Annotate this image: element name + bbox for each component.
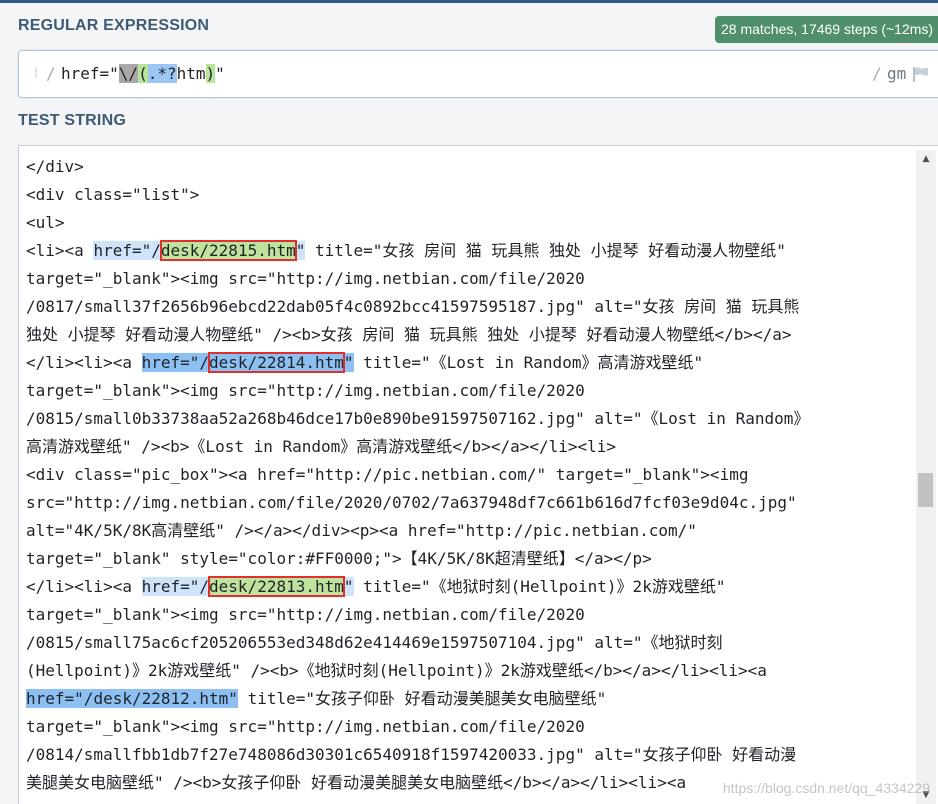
text-segment: src="http://img.netbian.com/file/2020/07…: [26, 493, 797, 512]
regex-lazy-any: .*?: [147, 64, 177, 83]
text-segment: title="女孩 房间 猫 玩具熊 独处 小提琴 好看动漫人物壁纸": [305, 241, 786, 260]
test-string-editor[interactable]: </div> <div class="list"> <ul> <li><a href=…: [18, 145, 938, 804]
regex-group-open: (: [138, 64, 148, 83]
match-highlight: href="/: [141, 577, 210, 596]
test-line: <li><a href="/desk/22815.htm" title="女孩 …: [26, 237, 916, 265]
match-group-highlight: desk/22814.htm: [208, 352, 345, 373]
match-highlight: ": [343, 353, 354, 372]
test-string-lines: </div> <div class="list"> <ul> <li><a href=…: [26, 153, 916, 797]
match-info-badge: 28 matches, 17469 steps (~12ms): [715, 16, 938, 43]
regex-group-close: ): [205, 64, 216, 83]
text-segment: title="《Lost in Random》高清游戏壁纸": [353, 353, 704, 372]
test-line: /0817/small37f2656b96ebcd22dab05f4c0892b…: [26, 293, 916, 321]
text-segment: (Hellpoint)》2k游戏壁纸" /><b>《地狱时刻(Hellpoint…: [26, 661, 767, 680]
match-highlight: href="/: [93, 241, 161, 260]
regex-prefix: href=": [61, 64, 119, 83]
text-segment: 独处 小提琴 好看动漫人物壁纸" /><b>女孩 房间 猫 玩具熊 独处 小提琴…: [26, 325, 792, 344]
regex-escaped-slash: \/: [118, 64, 139, 83]
text-segment: target="_blank"><img src="http://img.net…: [26, 605, 585, 624]
test-line: target="_blank" style="color:#FF0000;">【…: [26, 545, 916, 573]
test-line: target="_blank"><img src="http://img.net…: [26, 713, 916, 741]
text-segment: <div class="pic_box"><a href="http://pic…: [26, 465, 749, 484]
text-segment: </li><li><a: [26, 353, 142, 372]
regex-section-title: REGULAR EXPRESSION: [18, 17, 210, 34]
test-line: 独处 小提琴 好看动漫人物壁纸" /><b>女孩 房间 猫 玩具熊 独处 小提琴…: [26, 321, 916, 349]
regex-suffix: ": [215, 64, 225, 83]
match-group-highlight: desk/22812.htm: [93, 689, 229, 708]
text-segment: 高清游戏壁纸" /><b>《Lost in Random》高清游戏壁纸</b><…: [26, 437, 617, 456]
match-highlight: href="/: [141, 353, 210, 372]
test-line: /0815/small75ac6cf205206553ed348d62e4144…: [26, 629, 916, 657]
text-segment: target="_blank"><img src="http://img.net…: [26, 381, 585, 400]
text-segment: title="女孩子仰卧 好看动漫美腿美女电脑壁纸": [237, 689, 607, 708]
test-line: </li><li><a href="/desk/22814.htm" title…: [26, 349, 916, 377]
test-line: <div class="pic_box"><a href="http://pic…: [26, 461, 916, 489]
text-segment: /0815/small0b33738aa52a268b46dce17b0e890…: [26, 409, 810, 428]
text-segment: /0814/smallfbb1db7f27e748086d30301c65409…: [26, 745, 797, 764]
text-segment: /0817/small37f2656b96ebcd22dab05f4c0892b…: [26, 297, 800, 316]
test-scrollbar[interactable]: ▲ ▼: [916, 150, 936, 804]
text-segment: </div>: [26, 157, 84, 176]
regex-pattern[interactable]: href="\/(.*?htm)": [61, 63, 225, 85]
text-segment: target="_blank"><img src="http://img.net…: [26, 269, 585, 288]
regex-delimiter-open: /: [46, 64, 56, 83]
text-segment: <ul>: [26, 213, 65, 232]
test-line: /0815/small0b33738aa52a268b46dce17b0e890…: [26, 405, 916, 433]
text-segment: 美腿美女电脑壁纸" /><b>女孩子仰卧 好看动漫美腿美女电脑壁纸</b></a…: [26, 773, 687, 792]
text-segment: <div class="list">: [26, 185, 200, 204]
text-segment: <li><a: [26, 241, 94, 260]
text-segment: title="《地狱时刻(Hellpoint)》2k游戏壁纸": [353, 577, 726, 596]
text-segment: alt="4K/5K/8K高清壁纸" /></a></div><p><a hre…: [26, 521, 697, 540]
test-line: src="http://img.netbian.com/file/2020/07…: [26, 489, 916, 517]
text-segment: </li><li><a: [26, 577, 142, 596]
regex-literal: htm: [176, 64, 206, 83]
scroll-thumb[interactable]: [918, 473, 933, 507]
test-line: </li><li><a href="/desk/22813.htm" title…: [26, 573, 916, 601]
test-line: 高清游戏壁纸" /><b>《Lost in Random》高清游戏壁纸</b><…: [26, 433, 916, 461]
test-line: target="_blank"><img src="http://img.net…: [26, 601, 916, 629]
text-segment: /0815/small75ac6cf205206553ed348d62e4144…: [26, 633, 723, 652]
test-line: (Hellpoint)》2k游戏壁纸" /><b>《地狱时刻(Hellpoint…: [26, 657, 916, 685]
regex-input[interactable]: ⁞ / href="\/(.*?htm)" / gm: [18, 50, 938, 98]
regex-delimiter-close: /: [872, 64, 882, 83]
test-line: href="/desk/22812.htm" title="女孩子仰卧 好看动漫…: [26, 685, 916, 713]
match-group-highlight: desk/22813.htm: [208, 576, 345, 597]
test-line: target="_blank"><img src="http://img.net…: [26, 377, 916, 405]
match-highlight: href="/: [26, 689, 94, 708]
flag-icon[interactable]: [912, 66, 929, 82]
test-line: target="_blank"><img src="http://img.net…: [26, 265, 916, 293]
match-highlight: ": [343, 577, 354, 596]
test-line: </div>: [26, 153, 916, 181]
match-highlight: ": [295, 241, 306, 260]
regex-flags[interactable]: gm: [887, 63, 906, 85]
text-segment: target="_blank" style="color:#FF0000;">【…: [26, 549, 652, 568]
drag-handle-icon[interactable]: ⁞: [34, 66, 38, 82]
scroll-up-arrow-icon[interactable]: ▲: [916, 152, 936, 166]
match-highlight: ": [228, 689, 238, 708]
test-line: <ul>: [26, 209, 916, 237]
text-segment: target="_blank"><img src="http://img.net…: [26, 717, 585, 736]
top-accent-bar: [0, 0, 938, 3]
watermark: https://blog.csdn.net/qq_4334229: [722, 780, 930, 796]
test-line: alt="4K/5K/8K高清壁纸" /></a></div><p><a hre…: [26, 517, 916, 545]
test-section-title: TEST STRING: [18, 112, 126, 129]
test-line: <div class="list">: [26, 181, 916, 209]
match-group-highlight: desk/22815.htm: [159, 240, 297, 261]
test-line: /0814/smallfbb1db7f27e748086d30301c65409…: [26, 741, 916, 769]
